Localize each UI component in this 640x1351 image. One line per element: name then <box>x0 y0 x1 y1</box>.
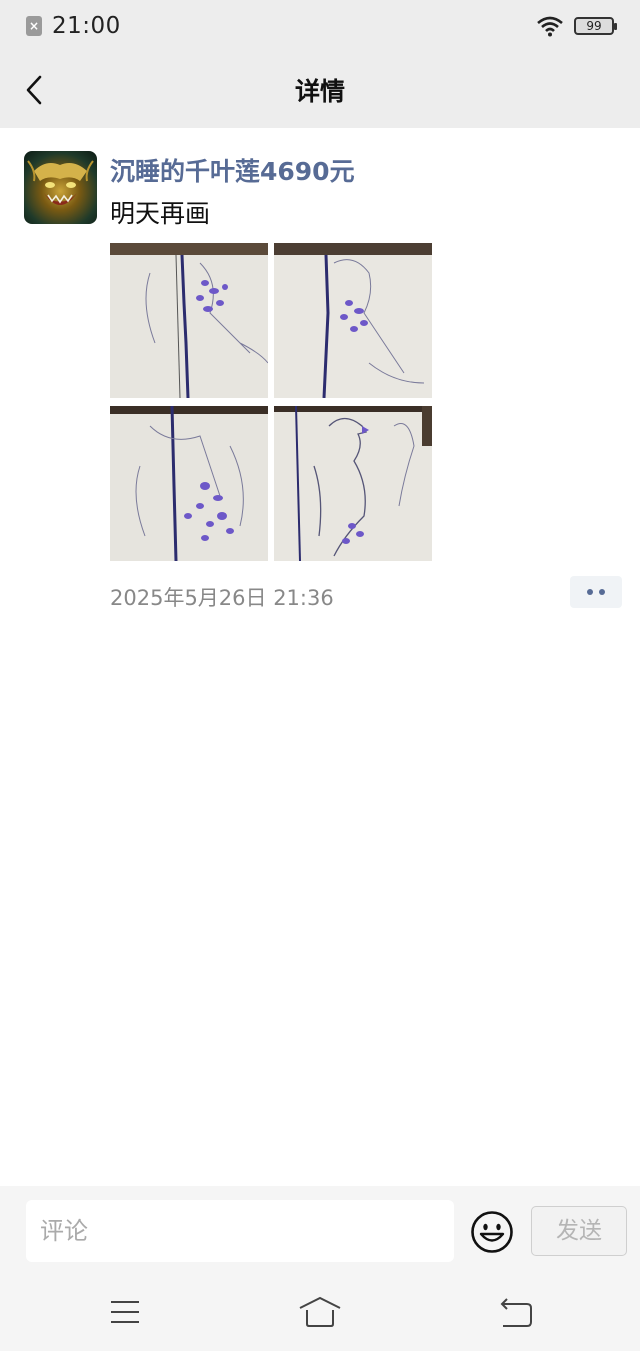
post-timestamp: 2025年5月26日 21:36 <box>110 586 334 610</box>
page-title: 详情 <box>294 77 345 106</box>
screen: × 21:00 99 详情 沉睡的千叶莲4690元 明天再画 2025年5月26… <box>0 0 640 1351</box>
battery-icon: 99 <box>574 17 617 35</box>
comment-bar: 发送 <box>0 1186 640 1276</box>
back-button[interactable] <box>14 66 54 114</box>
post-text: 明天再画 <box>110 199 211 228</box>
status-time: 21:00 <box>52 13 121 39</box>
wifi-icon <box>537 16 563 37</box>
more-dot-icon <box>587 589 593 595</box>
status-bar: × 21:00 99 <box>0 0 640 52</box>
system-nav-bar <box>0 1276 640 1351</box>
photo-1[interactable] <box>110 243 268 398</box>
avatar[interactable] <box>24 151 97 224</box>
emoji-icon[interactable] <box>470 1210 514 1254</box>
photo-3[interactable] <box>110 406 268 561</box>
back-nav-icon[interactable] <box>493 1294 537 1330</box>
no-sim-icon: × <box>26 16 42 36</box>
send-button[interactable]: 发送 <box>531 1206 627 1256</box>
chevron-left-icon <box>26 75 42 105</box>
photo-2[interactable] <box>274 243 432 398</box>
more-dot-icon <box>599 589 605 595</box>
more-actions-button[interactable] <box>570 576 622 608</box>
post-username[interactable]: 沉睡的千叶莲4690元 <box>110 152 355 188</box>
photo-grid <box>110 243 432 561</box>
status-left: × 21:00 <box>26 13 121 39</box>
comment-input[interactable] <box>26 1200 454 1262</box>
status-right: 99 <box>536 15 617 37</box>
photo-4[interactable] <box>274 406 432 561</box>
home-icon[interactable] <box>298 1294 342 1330</box>
menu-icon[interactable] <box>103 1294 147 1330</box>
dragon-avatar-image <box>27 160 94 205</box>
nav-bar: 详情 <box>0 52 640 128</box>
